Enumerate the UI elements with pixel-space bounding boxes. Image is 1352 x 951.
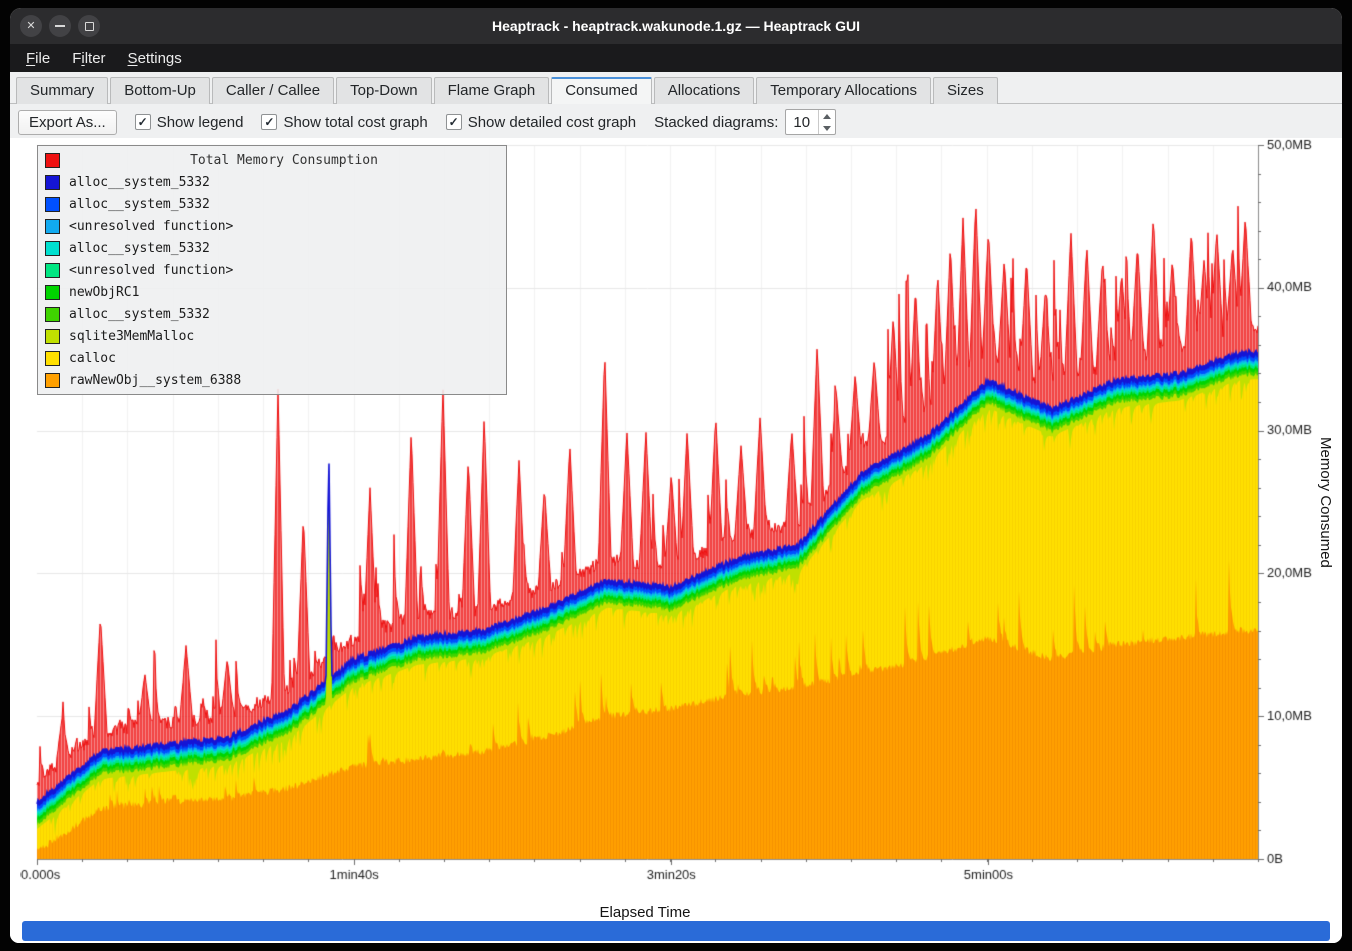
toolbar: Export As... ✓ Show legend ✓ Show total cos… <box>10 104 1342 138</box>
legend-swatch <box>45 241 60 256</box>
legend-item: newObjRC1 <box>38 281 506 303</box>
desktop-backdrop: ✕ Heaptrack - heaptrack.wakunode.1.gz — … <box>0 0 1352 951</box>
spin-down-button[interactable] <box>819 122 835 134</box>
legend-item: alloc__system_5332 <box>38 303 506 325</box>
tab-caller-callee[interactable]: Caller / Callee <box>212 77 334 104</box>
close-icon: ✕ <box>26 21 35 32</box>
checkbox-show-total-cost-graph[interactable]: ✓ Show total cost graph <box>261 114 427 131</box>
tab-summary[interactable]: Summary <box>16 77 108 104</box>
menu-filter[interactable]: Filter <box>62 47 115 70</box>
legend-swatch <box>45 219 60 234</box>
checkbox-label: Show legend <box>157 114 244 131</box>
legend-label: rawNewObj__system_6388 <box>69 373 241 388</box>
close-button[interactable]: ✕ <box>20 15 42 37</box>
tabbar: SummaryBottom-UpCaller / CalleeTop-DownF… <box>10 72 1342 104</box>
y-axis-title: Memory Consumed <box>1317 437 1334 568</box>
checkbox-label: Show total cost graph <box>283 114 427 131</box>
menu-settings[interactable]: Settings <box>118 47 192 70</box>
legend-label: Total Memory Consumption <box>69 153 499 168</box>
stacked-diagrams-group: Stacked diagrams: 10 <box>654 109 836 135</box>
chart-legend: Total Memory Consumption alloc__system_53… <box>37 145 507 395</box>
legend-label: newObjRC1 <box>69 285 139 300</box>
legend-item: calloc <box>38 347 506 369</box>
legend-swatch <box>45 153 60 168</box>
tab-flame-graph[interactable]: Flame Graph <box>434 77 550 104</box>
menu-file[interactable]: File <box>16 47 60 70</box>
tab-consumed[interactable]: Consumed <box>551 77 652 104</box>
legend-swatch <box>45 307 60 322</box>
minimize-icon <box>55 25 65 27</box>
titlebar[interactable]: ✕ Heaptrack - heaptrack.wakunode.1.gz — … <box>10 8 1342 44</box>
checkbox-container: ✓ Show legend ✓ Show total cost graph ✓ Show … <box>135 114 636 131</box>
legend-item: <unresolved function> <box>38 259 506 281</box>
maximize-icon <box>85 22 94 31</box>
legend-label: alloc__system_5332 <box>69 175 210 190</box>
legend-item: alloc__system_5332 <box>38 171 506 193</box>
checkbox-show-legend[interactable]: ✓ Show legend <box>135 114 244 131</box>
spin-buttons <box>818 110 835 134</box>
tab-sizes[interactable]: Sizes <box>933 77 998 104</box>
tab-temporary-allocations[interactable]: Temporary Allocations <box>756 77 931 104</box>
checkbox-show-detailed-cost-graph[interactable]: ✓ Show detailed cost graph <box>446 114 636 131</box>
tab-top-down[interactable]: Top-Down <box>336 77 432 104</box>
legend-swatch <box>45 263 60 278</box>
legend-item: <unresolved function> <box>38 215 506 237</box>
legend-label: calloc <box>69 351 116 366</box>
legend-swatch <box>45 175 60 190</box>
heaptrack-window: ✕ Heaptrack - heaptrack.wakunode.1.gz — … <box>10 8 1342 943</box>
checkbox-label: Show detailed cost graph <box>468 114 636 131</box>
x-axis-title: Elapsed Time <box>10 904 1280 921</box>
stacked-diagrams-label: Stacked diagrams: <box>654 114 778 131</box>
export-as-button[interactable]: Export As... <box>18 110 117 135</box>
legend-swatch <box>45 197 60 212</box>
legend-item: rawNewObj__system_6388 <box>38 369 506 391</box>
tab-bottom-up[interactable]: Bottom-Up <box>110 77 210 104</box>
checkbox-box[interactable]: ✓ <box>261 114 277 130</box>
legend-item: sqlite3MemMalloc <box>38 325 506 347</box>
chevron-down-icon <box>823 126 831 131</box>
stacked-diagrams-value[interactable]: 10 <box>786 110 818 134</box>
legend-label: alloc__system_5332 <box>69 197 210 212</box>
menubar: FileFilterSettings <box>10 44 1342 72</box>
legend-label: alloc__system_5332 <box>69 241 210 256</box>
legend-label: alloc__system_5332 <box>69 307 210 322</box>
legend-swatch <box>45 351 60 366</box>
legend-swatch <box>45 285 60 300</box>
spin-up-button[interactable] <box>819 110 835 122</box>
chart-section: Total Memory Consumption alloc__system_53… <box>10 138 1342 943</box>
window-title: Heaptrack - heaptrack.wakunode.1.gz — He… <box>10 18 1342 34</box>
legend-label: <unresolved function> <box>69 219 233 234</box>
minimize-button[interactable] <box>49 15 71 37</box>
checkbox-box[interactable]: ✓ <box>446 114 462 130</box>
legend-item: alloc__system_5332 <box>38 237 506 259</box>
checkbox-box[interactable]: ✓ <box>135 114 151 130</box>
legend-label: sqlite3MemMalloc <box>69 329 194 344</box>
legend-title-row: Total Memory Consumption <box>38 149 506 171</box>
window-controls: ✕ <box>20 8 100 44</box>
legend-item: alloc__system_5332 <box>38 193 506 215</box>
maximize-button[interactable] <box>78 15 100 37</box>
legend-label: <unresolved function> <box>69 263 233 278</box>
tab-allocations[interactable]: Allocations <box>654 77 755 104</box>
legend-swatch <box>45 373 60 388</box>
stacked-diagrams-spinbox[interactable]: 10 <box>785 109 836 135</box>
time-range-slider[interactable] <box>22 921 1330 941</box>
legend-swatch <box>45 329 60 344</box>
chevron-up-icon <box>823 114 831 119</box>
